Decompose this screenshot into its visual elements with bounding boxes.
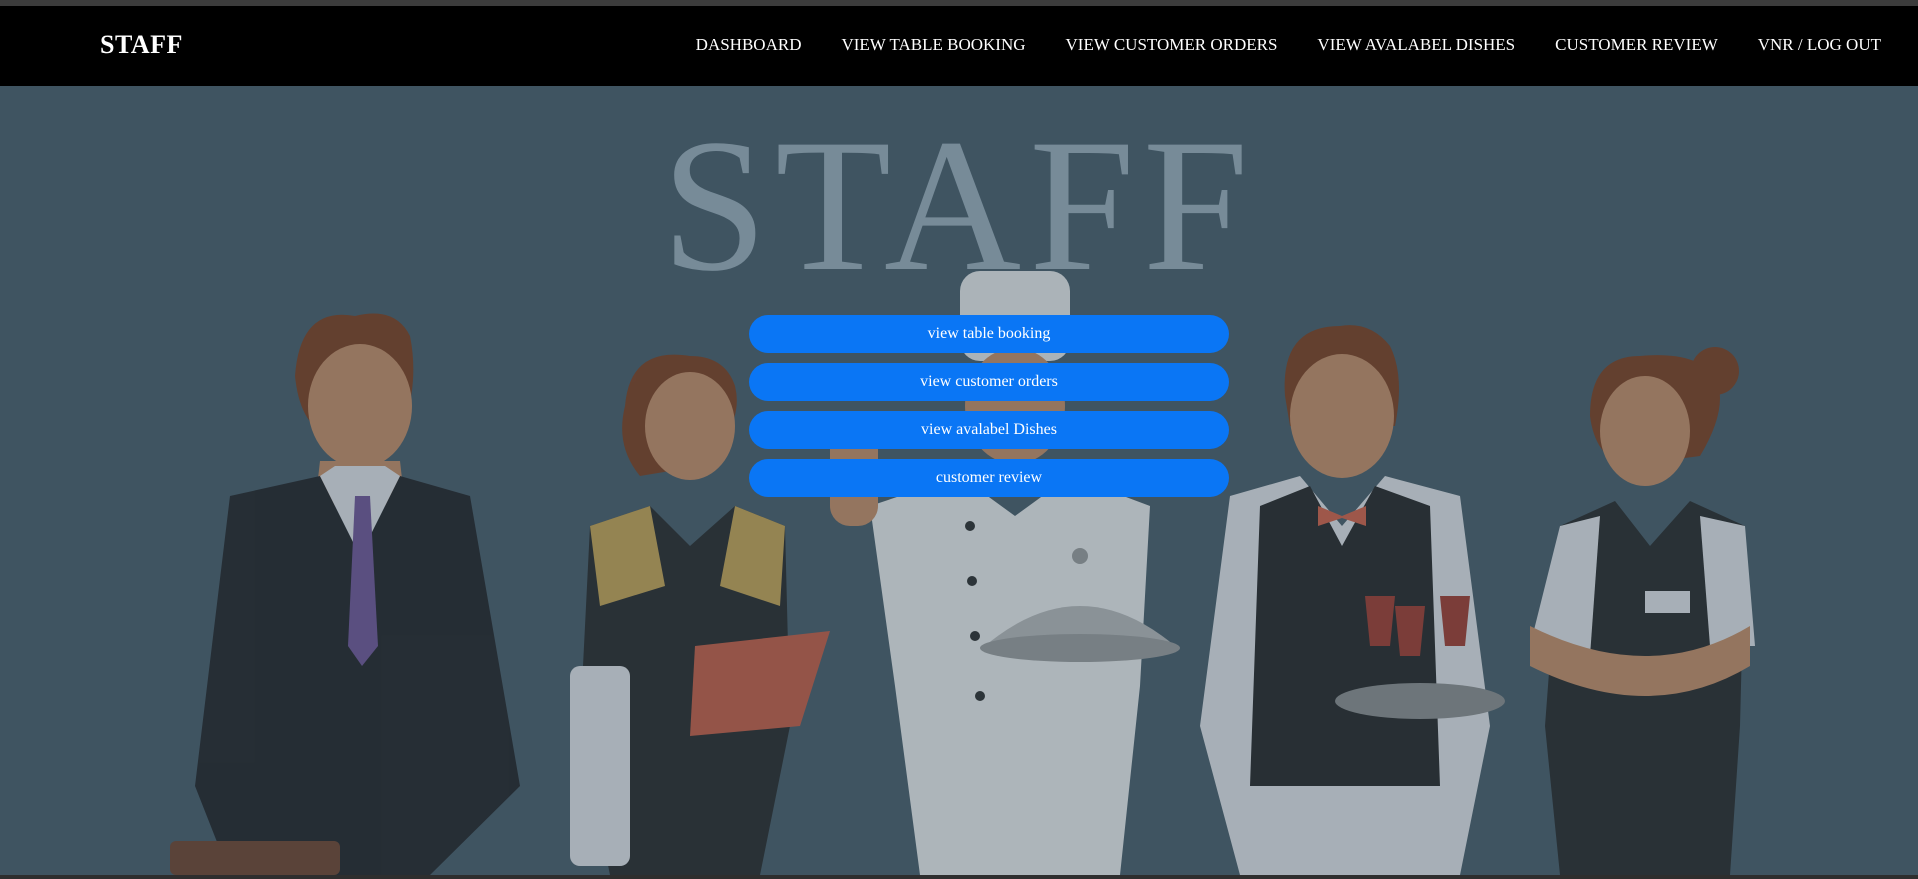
navbar: STAFF DASHBOARD VIEW TABLE BOOKING VIEW … — [0, 6, 1918, 86]
bottom-strip — [0, 875, 1918, 879]
customer-review-button[interactable]: customer review — [749, 459, 1229, 497]
nav-logout[interactable]: VNR / LOG OUT — [1758, 35, 1881, 55]
hero-title: STAFF — [661, 101, 1257, 311]
nav-view-customer-orders[interactable]: VIEW CUSTOMER ORDERS — [1066, 35, 1278, 55]
nav-dashboard[interactable]: DASHBOARD — [696, 35, 802, 55]
waiter-figure — [1200, 325, 1505, 875]
nav-links: DASHBOARD VIEW TABLE BOOKING VIEW CUSTOM… — [696, 35, 1881, 55]
view-table-booking-button[interactable]: view table booking — [749, 315, 1229, 353]
hostess-figure — [1530, 347, 1755, 875]
view-available-dishes-button[interactable]: view avalabel Dishes — [749, 411, 1229, 449]
hero-section: STAFF view table booking view customer o… — [0, 86, 1918, 875]
nav-view-table-booking[interactable]: VIEW TABLE BOOKING — [841, 35, 1025, 55]
nav-view-available-dishes[interactable]: VIEW AVALABEL DISHES — [1317, 35, 1515, 55]
nav-customer-review[interactable]: CUSTOMER REVIEW — [1555, 35, 1718, 55]
manager-figure — [170, 313, 520, 875]
brand-logo[interactable]: STAFF — [100, 30, 183, 60]
view-customer-orders-button[interactable]: view customer orders — [749, 363, 1229, 401]
action-buttons: view table booking view customer orders … — [749, 315, 1229, 497]
